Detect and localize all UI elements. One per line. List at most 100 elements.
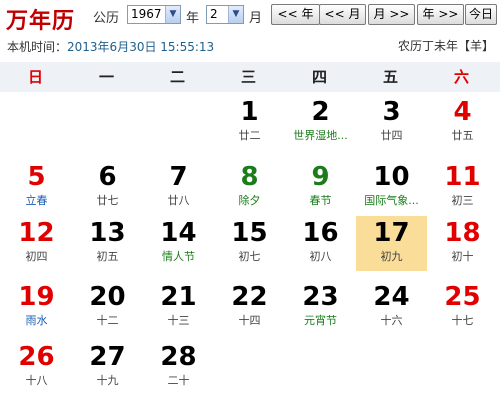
day-number: 16 [302, 218, 339, 248]
day-cell[interactable]: 15 初七 [214, 216, 285, 271]
weekday-sun: 日 [27, 68, 43, 86]
day-cell-today[interactable]: 17 初九 [356, 216, 427, 271]
day-cell[interactable]: 2 世界湿地... [285, 95, 356, 150]
day-number: 18 [444, 218, 481, 248]
day-cell[interactable]: 9 春节 [285, 160, 356, 215]
day-cell[interactable]: 24 十六 [356, 280, 427, 335]
day-number: 28 [160, 342, 197, 372]
day-cell[interactable]: 28 二十 [143, 340, 214, 395]
app-title: 万年历 [6, 8, 76, 34]
weekday-thu: 四 [311, 68, 327, 86]
toolbar: 万年历 公历 1967 ▼ 年 2 ▼ 月 << 年 << 月 月 >> 年 >… [0, 0, 500, 34]
day-number: 26 [18, 342, 55, 372]
day-cell[interactable]: 6 廿七 [72, 160, 143, 215]
day-cell[interactable]: 23 元宵节 [285, 280, 356, 335]
lunar-date: 十二 [96, 314, 119, 327]
weekday-mon: 一 [98, 68, 114, 86]
month-select[interactable]: 2 ▼ [206, 5, 244, 24]
lunar-date: 初八 [309, 250, 332, 263]
lunar-date: 雨水 [25, 314, 48, 327]
chevron-down-icon[interactable]: ▼ [228, 6, 243, 23]
next-year-button[interactable]: 年 >> [417, 4, 464, 25]
year-select-value: 1967 [131, 7, 162, 21]
lunar-date: 初四 [25, 250, 48, 263]
lunar-date: 廿五 [451, 129, 474, 142]
lunar-date: 廿七 [96, 194, 119, 207]
day-cell[interactable]: 25 十七 [427, 280, 498, 335]
day-cell[interactable]: 11 初三 [427, 160, 498, 215]
weekday-wed: 三 [240, 68, 256, 86]
today-button[interactable]: 今日 [465, 4, 497, 25]
day-cell[interactable]: 5 立春 [1, 160, 72, 215]
chevron-down-icon[interactable]: ▼ [165, 6, 180, 23]
lunar-year: 农历丁未年【羊】 [397, 39, 494, 53]
year-select[interactable]: 1967 ▼ [127, 5, 181, 24]
lunar-date: 除夕 [238, 194, 261, 207]
lunar-date: 十八 [25, 374, 48, 387]
day-number: 20 [89, 282, 126, 312]
day-cell[interactable]: 19 雨水 [1, 280, 72, 335]
day-number: 1 [240, 97, 259, 127]
day-cell[interactable]: 3 廿四 [356, 95, 427, 150]
day-number: 9 [311, 162, 330, 192]
day-number: 14 [160, 218, 197, 248]
weekday-header: 日 一 二 三 四 五 六 [0, 62, 500, 92]
day-cell[interactable]: 12 初四 [1, 216, 72, 271]
day-cell[interactable]: 8 除夕 [214, 160, 285, 215]
day-cell[interactable]: 22 十四 [214, 280, 285, 335]
day-number: 21 [160, 282, 197, 312]
lunar-date: 十六 [380, 314, 403, 327]
lunar-date: 十七 [451, 314, 474, 327]
lunar-date: 初九 [380, 250, 403, 263]
day-cell[interactable]: 27 十九 [72, 340, 143, 395]
lunar-date: 立春 [25, 194, 48, 207]
day-number: 19 [18, 282, 55, 312]
day-cell[interactable]: 1 廿二 [214, 95, 285, 150]
day-cell[interactable]: 4 廿五 [427, 95, 498, 150]
lunar-date: 世界湿地... [293, 129, 348, 142]
day-cell[interactable]: 16 初八 [285, 216, 356, 271]
day-cell[interactable]: 21 十三 [143, 280, 214, 335]
lunar-date: 元宵节 [304, 314, 337, 327]
weekday-fri: 五 [382, 68, 398, 86]
day-number: 25 [444, 282, 481, 312]
day-cell[interactable]: 14 情人节 [143, 216, 214, 271]
lunar-date: 十九 [96, 374, 119, 387]
calendar-type-label: 公历 [93, 11, 120, 26]
prev-year-button[interactable]: << 年 [271, 4, 320, 25]
day-number: 23 [302, 282, 339, 312]
lunar-date: 廿二 [238, 129, 261, 142]
day-number: 17 [373, 218, 410, 248]
day-cell[interactable]: 7 廿八 [143, 160, 214, 215]
day-cell[interactable]: 10 国际气象... [356, 160, 427, 215]
day-number: 4 [453, 97, 472, 127]
day-number: 24 [373, 282, 410, 312]
lunar-date: 初七 [238, 250, 261, 263]
day-number: 3 [382, 97, 401, 127]
day-number: 27 [89, 342, 126, 372]
local-time-label: 本机时间： [7, 40, 68, 54]
local-time: 本机时间：2013年6月30日 15:55:13 [7, 38, 214, 55]
prev-month-button[interactable]: << 月 [319, 4, 366, 25]
day-cell[interactable]: 13 初五 [72, 216, 143, 271]
day-number: 6 [98, 162, 117, 192]
lunar-date: 十三 [167, 314, 190, 327]
day-number: 5 [27, 162, 46, 192]
month-unit-label: 月 [249, 11, 263, 26]
day-number: 22 [231, 282, 268, 312]
day-number: 7 [169, 162, 188, 192]
lunar-date: 初五 [96, 250, 119, 263]
next-month-button[interactable]: 月 >> [368, 4, 415, 25]
lunar-date: 国际气象... [364, 194, 419, 207]
day-number: 12 [18, 218, 55, 248]
weekday-sat: 六 [453, 68, 469, 86]
local-time-value: 2013年6月30日 15:55:13 [67, 40, 215, 54]
day-cell[interactable]: 20 十二 [72, 280, 143, 335]
day-number: 2 [311, 97, 330, 127]
day-cell[interactable]: 26 十八 [1, 340, 72, 395]
lunar-date: 初十 [451, 250, 474, 263]
day-number: 10 [373, 162, 410, 192]
day-cell[interactable]: 18 初十 [427, 216, 498, 271]
month-select-value: 2 [210, 7, 218, 21]
day-number: 13 [89, 218, 126, 248]
